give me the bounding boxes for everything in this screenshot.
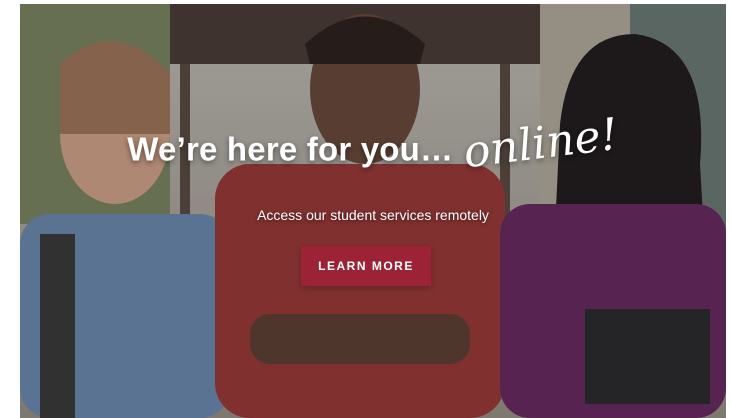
subtitle: Access our student services remotely [257,207,489,223]
learn-more-button[interactable]: LEARN MORE [301,246,431,286]
headline: We’re here for you… online! [20,109,726,179]
hero-banner: We’re here for you… online! Access our s… [20,4,726,418]
headline-main: We’re here for you… [127,130,454,168]
